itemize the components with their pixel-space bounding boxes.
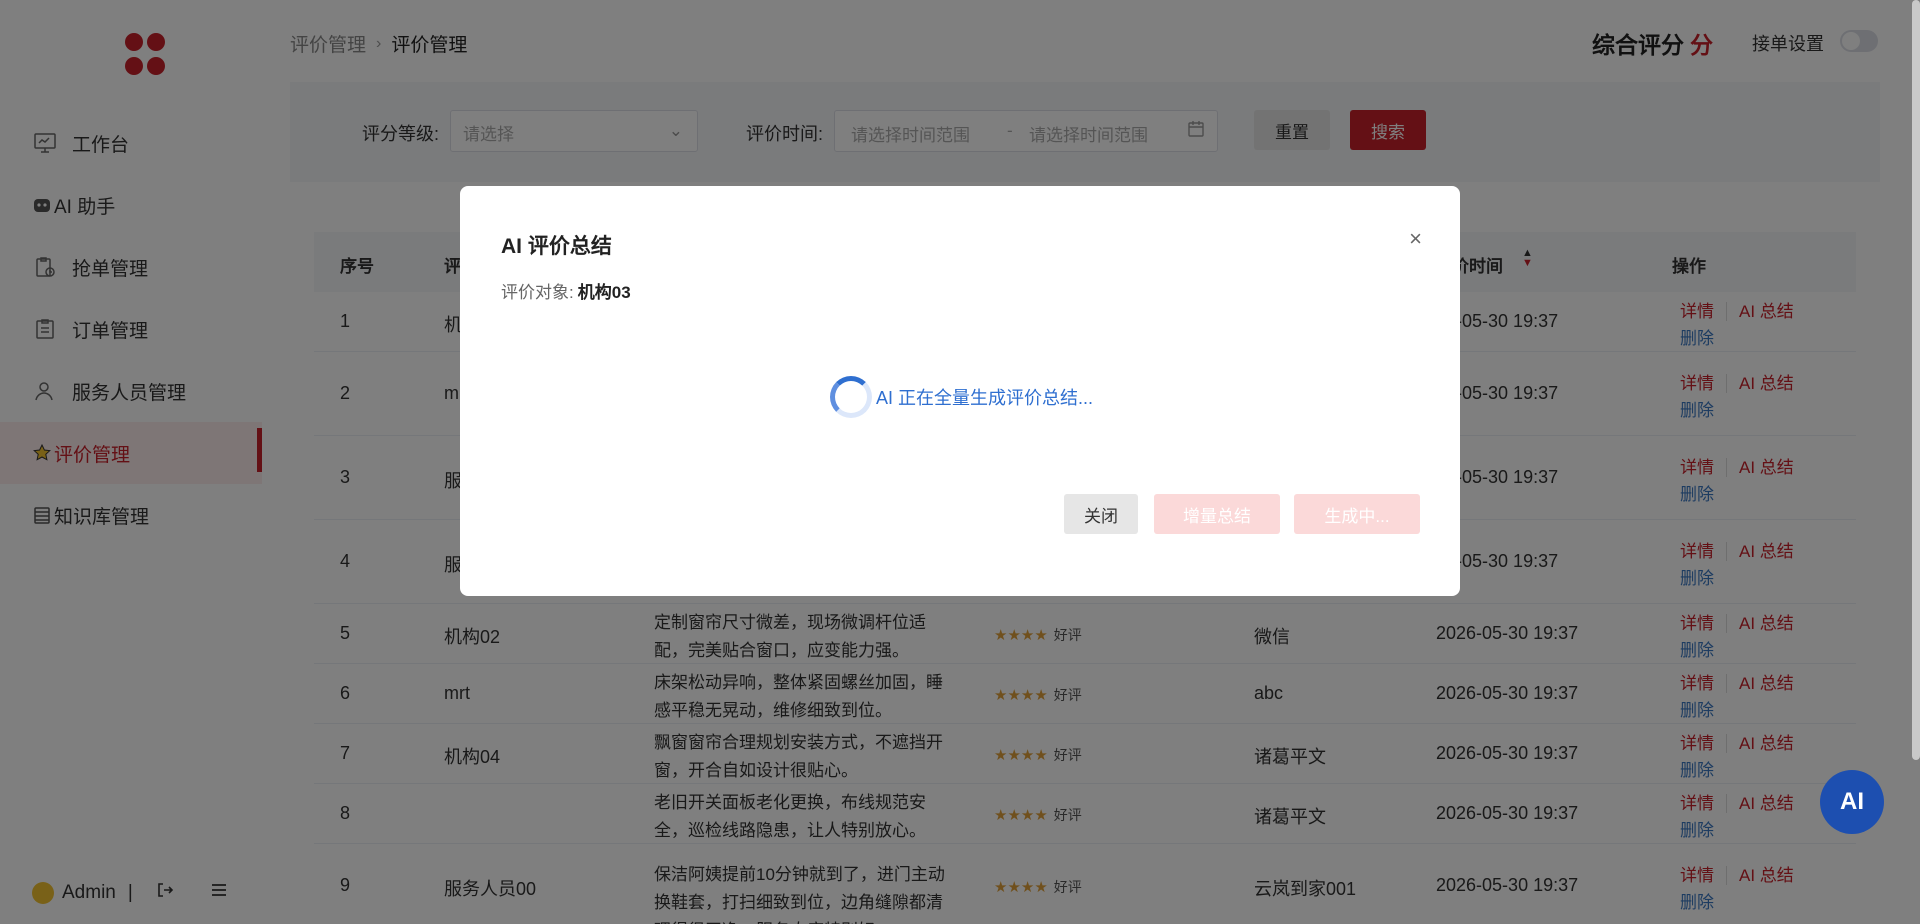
ai-assistant-fab[interactable]: AI [1820,770,1884,834]
review-target: 评价对象: 机构03 [501,278,631,303]
ai-summary-dialog: AI 评价总结 × 评价对象: 机构03 AI 正在全量生成评价总结... 关闭 … [460,186,1460,596]
incremental-summary-button[interactable]: 增量总结 [1154,494,1280,534]
loading-text: AI 正在全量生成评价总结... [876,388,1094,408]
spinner-icon [830,376,872,418]
loading-indicator: AI 正在全量生成评价总结... [830,376,1093,418]
close-icon[interactable]: × [1409,226,1422,252]
target-value: 机构03 [577,283,631,302]
generating-button[interactable]: 生成中... [1294,494,1420,534]
target-label: 评价对象: [501,283,574,302]
scrollbar[interactable] [1912,0,1920,760]
dialog-title: AI 评价总结 [501,235,612,258]
close-button[interactable]: 关闭 [1064,494,1138,534]
